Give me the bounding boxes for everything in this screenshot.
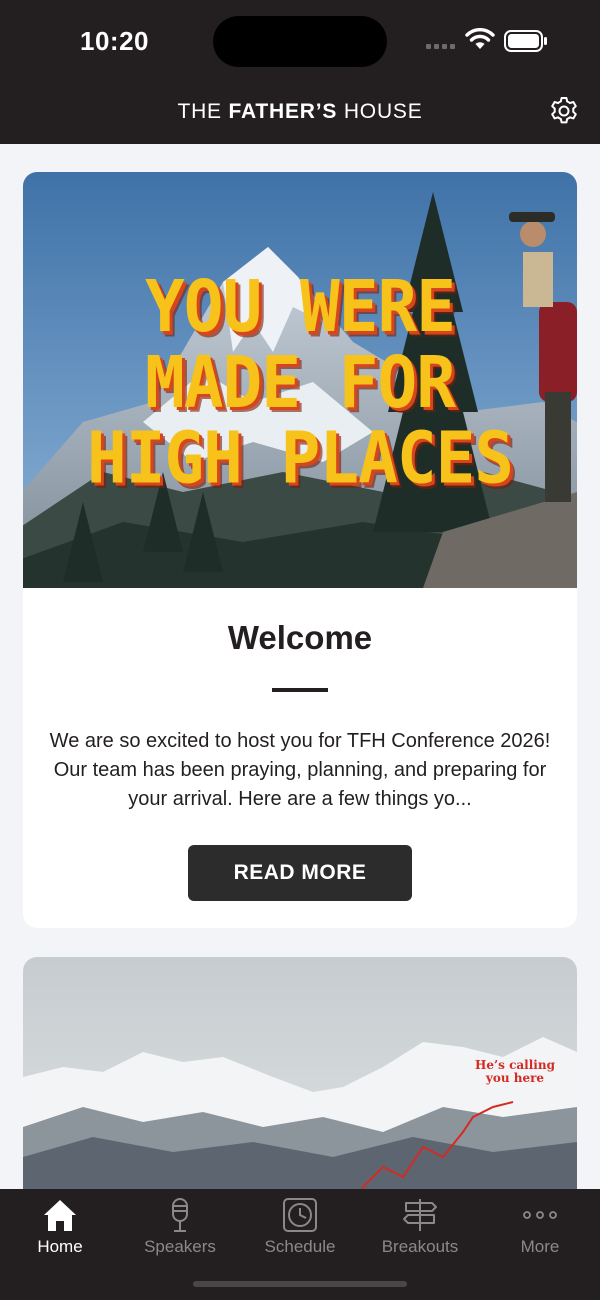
card-title: Welcome — [227, 619, 373, 656]
hero-headline: YOU WERE MADE FOR HIGH PLACES — [23, 265, 577, 500]
welcome-card[interactable]: YOU WERE MADE FOR HIGH PLACES Welcome We… — [23, 172, 577, 928]
home-indicator — [193, 1281, 407, 1287]
cellular-signal-icon — [426, 44, 455, 49]
hero-line-1: YOU WERE — [145, 265, 456, 349]
image-caption: He’s calling you here — [475, 1059, 555, 1085]
title-divider — [272, 688, 328, 692]
app-title-prefix: THE — [177, 100, 229, 123]
tab-label: Schedule — [264, 1237, 336, 1256]
status-time: 10:20 — [80, 26, 149, 56]
microphone-icon — [172, 1198, 188, 1232]
read-more-button[interactable]: READ MORE — [188, 845, 412, 901]
tab-home[interactable]: Home — [0, 1189, 120, 1269]
conference-hero-image: YOU WERE MADE FOR HIGH PLACES — [23, 172, 577, 588]
top-bar: 10:20 THE FATHER’S HOUSE — [0, 0, 600, 144]
mountain-range-image — [23, 957, 577, 1217]
caption-line-2: you here — [485, 1071, 545, 1085]
tab-label: Speakers — [144, 1237, 216, 1256]
clock-icon — [283, 1198, 317, 1232]
tab-breakouts[interactable]: Breakouts — [360, 1189, 480, 1269]
gear-icon[interactable] — [548, 95, 580, 127]
tab-label: Breakouts — [381, 1237, 459, 1256]
dynamic-island — [213, 16, 387, 67]
signpost-icon — [403, 1199, 437, 1231]
battery-icon — [504, 30, 547, 52]
house-icon — [44, 1200, 76, 1231]
tab-label: Home — [37, 1237, 83, 1256]
tab-schedule[interactable]: Schedule — [240, 1189, 360, 1269]
tab-more[interactable]: More — [480, 1189, 600, 1269]
tab-label: More — [520, 1237, 560, 1256]
ellipsis-icon — [523, 1211, 557, 1219]
hero-line-2: MADE FOR — [145, 340, 456, 425]
app-title-bold: FATHER’S — [228, 100, 338, 123]
second-card[interactable]: He’s calling you here — [23, 957, 577, 1217]
wifi-icon — [465, 28, 495, 49]
hero-line-3: HIGH PLACES — [86, 416, 514, 500]
card-body: We are so excited to host you for TFH Co… — [49, 730, 551, 810]
tab-speakers[interactable]: Speakers — [120, 1189, 240, 1269]
app-title: THE FATHER’S HOUSE — [0, 100, 600, 124]
app-title-suffix: HOUSE — [337, 100, 423, 123]
